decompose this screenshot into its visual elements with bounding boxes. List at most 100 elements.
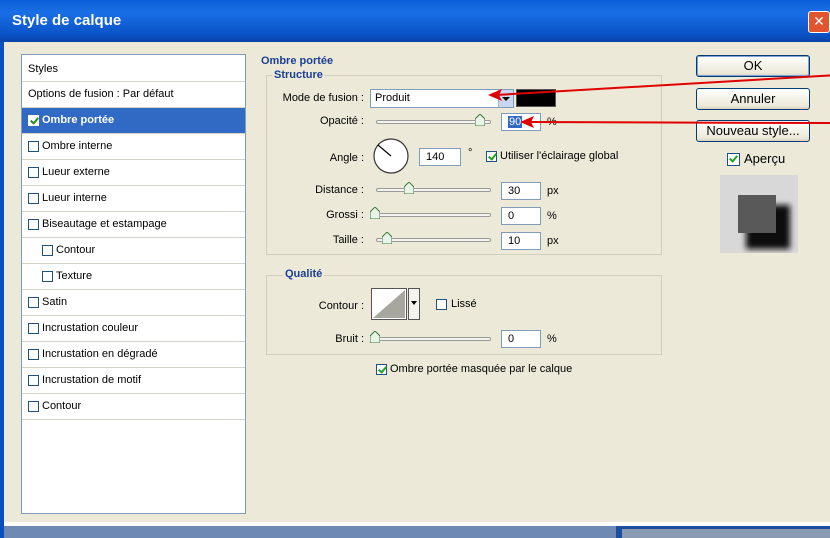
size-slider-track[interactable] [376, 238, 491, 242]
styles-header[interactable]: Styles [22, 55, 245, 82]
styles-header-label: Styles [28, 63, 58, 75]
style-list-item-label: Options de fusion : Par défaut [28, 88, 174, 100]
quality-title: Qualité [283, 268, 325, 280]
style-checkbox[interactable] [28, 349, 39, 360]
contour-dropdown-button[interactable] [408, 288, 420, 320]
style-list-item[interactable]: Options de fusion : Par défaut [22, 82, 245, 108]
preview-checkbox[interactable] [727, 153, 740, 166]
quality-group [266, 275, 662, 355]
noise-value: 0 [508, 333, 515, 345]
close-icon: ✕ [813, 13, 825, 29]
knockout-label: Ombre portée masquée par le calque [390, 363, 573, 375]
style-list-item-label: Biseautage et estampage [42, 218, 167, 230]
style-list-item-label: Lueur externe [42, 166, 110, 178]
style-list-item-label: Incrustation de motif [42, 374, 142, 386]
distance-label: Distance : [315, 184, 364, 196]
noise-slider-track[interactable] [376, 337, 491, 341]
size-value: 10 [508, 235, 521, 247]
title-bar: Style de calque [0, 0, 830, 42]
style-list-item-label: Ombre interne [42, 140, 113, 152]
style-list-item-label: Lueur interne [42, 192, 107, 204]
blend-mode-value: Produit [375, 92, 410, 104]
style-list-item[interactable]: Incrustation couleur [22, 316, 245, 342]
window-title: Style de calque [12, 12, 122, 29]
style-list-item[interactable]: Biseautage et estampage [22, 212, 245, 238]
antialiased-checkbox[interactable] [436, 299, 447, 310]
style-list-item[interactable]: Incrustation de motif [22, 368, 245, 394]
size-label: Taille : [332, 234, 364, 246]
style-checkbox[interactable] [42, 271, 53, 282]
style-list-item[interactable]: Contour [22, 238, 245, 264]
opacity-label: Opacité : [319, 115, 364, 127]
style-list-item[interactable]: Contour [22, 394, 245, 420]
style-checkbox[interactable] [28, 115, 39, 126]
angle-value: 140 [426, 151, 445, 163]
spread-slider-track[interactable] [376, 213, 491, 217]
chevron-down-icon [411, 301, 417, 305]
angle-field[interactable]: 140 [419, 148, 461, 166]
style-list-item[interactable]: Satin [22, 290, 245, 316]
style-list-item[interactable]: Lueur interne [22, 186, 245, 212]
cancel-button[interactable]: Annuler [696, 88, 810, 110]
contour-label: Contour : [318, 300, 364, 312]
style-list-item-label: Contour [42, 400, 82, 412]
bottom-bar [4, 522, 830, 538]
style-list-item-label: Texture [56, 270, 93, 282]
spread-field[interactable]: 0 [501, 207, 541, 225]
preview-label: Aperçu [744, 151, 786, 166]
size-field[interactable]: 10 [501, 232, 541, 250]
angle-dial-icon[interactable] [372, 137, 410, 175]
distance-slider-thumb[interactable] [404, 182, 414, 194]
style-checkbox[interactable] [28, 219, 39, 230]
distance-slider-track[interactable] [376, 188, 491, 192]
bottom-bar-segment [4, 526, 616, 538]
style-list-item-label: Contour [56, 244, 96, 256]
style-list-item[interactable]: Incrustation en dégradé [22, 342, 245, 368]
noise-field[interactable]: 0 [501, 330, 541, 348]
style-list-item[interactable]: Lueur externe [22, 160, 245, 186]
angle-label: Angle : [329, 152, 364, 164]
distance-field[interactable]: 30 [501, 182, 541, 200]
style-checkbox[interactable] [28, 375, 39, 386]
style-checkbox[interactable] [42, 245, 53, 256]
blend-mode-label: Mode de fusion : [282, 92, 364, 104]
contour-curve-icon[interactable] [371, 288, 407, 320]
style-list-item[interactable]: Ombre portée [22, 108, 245, 134]
size-slider-thumb[interactable] [382, 232, 392, 244]
distance-value: 30 [508, 185, 521, 197]
noise-label: Bruit : [335, 333, 364, 345]
knockout-checkbox[interactable] [376, 364, 387, 375]
style-list-item[interactable]: Ombre interne [22, 134, 245, 160]
style-list-item-label: Incrustation en dégradé [42, 348, 158, 360]
style-checkbox[interactable] [28, 297, 39, 308]
close-button[interactable]: ✕ [808, 11, 830, 33]
ok-button[interactable]: OK [696, 55, 810, 77]
structure-title: Structure [272, 69, 325, 81]
opacity-slider-thumb[interactable] [474, 114, 485, 126]
style-checkbox[interactable] [28, 323, 39, 334]
style-list-item-label: Ombre portée [42, 114, 115, 126]
angle-unit: ° [468, 147, 473, 159]
noise-slider-thumb[interactable] [370, 331, 380, 343]
spread-label: Grossi : [326, 209, 364, 221]
spread-value: 0 [508, 210, 515, 222]
distance-unit: px [547, 185, 559, 197]
section-title: Ombre portée [259, 55, 336, 67]
style-checkbox[interactable] [28, 401, 39, 412]
style-list-item-label: Incrustation couleur [42, 322, 138, 334]
spread-slider-thumb[interactable] [370, 207, 380, 219]
style-checkbox[interactable] [28, 167, 39, 178]
noise-unit: % [547, 333, 557, 345]
global-light-checkbox[interactable] [486, 151, 497, 162]
style-list-item[interactable]: Texture [22, 264, 245, 290]
window-frame-left [0, 42, 4, 538]
style-list-item-label: Satin [42, 296, 68, 308]
style-checkbox[interactable] [28, 141, 39, 152]
antialiased-label: Lissé [451, 298, 477, 310]
bottom-bar-segment [622, 529, 830, 538]
spread-unit: % [547, 210, 557, 222]
styles-panel: Styles Options de fusion : Par défaut Omb… [21, 54, 246, 514]
global-light-label: Utiliser l'éclairage global [500, 150, 619, 162]
annotation-arrowhead [488, 89, 502, 101]
style-checkbox[interactable] [28, 193, 39, 204]
